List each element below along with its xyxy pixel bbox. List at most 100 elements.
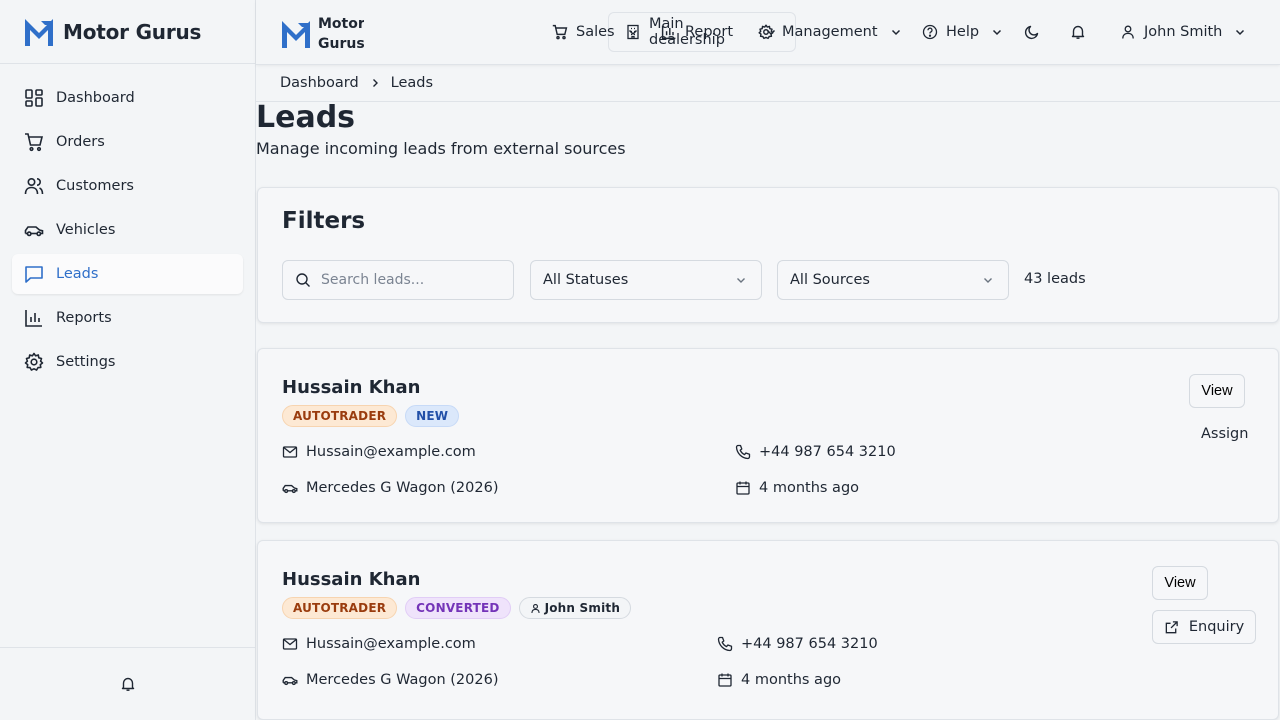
motor-gurus-logo-icon	[280, 17, 312, 51]
source-badge: AUTOTRADER	[282, 405, 398, 427]
sidebar-footer	[0, 647, 255, 720]
status-badge: CONVERTED	[405, 597, 511, 619]
sidebar-item-label: Reports	[56, 310, 112, 326]
lead-badges: AUTOTRADER CONVERTED John Smith	[282, 597, 632, 619]
top-header: Motor Gurus Main dealership Sales Report…	[256, 0, 1280, 65]
motor-gurus-logo-icon	[23, 16, 55, 48]
user-name: John Smith	[1144, 24, 1223, 40]
lead-badges: AUTOTRADER NEW	[282, 405, 460, 427]
lead-vehicle: Mercedes G Wagon (2026)	[282, 672, 499, 688]
cart-icon	[552, 24, 568, 40]
sidebar-item-label: Orders	[56, 134, 105, 150]
moon-icon[interactable]	[1022, 22, 1042, 42]
bar-chart-icon	[24, 308, 44, 328]
lead-phone: +44 987 654 3210	[735, 444, 896, 460]
sidebar-item-label: Vehicles	[56, 222, 116, 238]
lead-time-text: 4 months ago	[759, 480, 860, 496]
chevron-down-icon	[1234, 26, 1246, 38]
bell-icon[interactable]	[1068, 22, 1088, 42]
sidebar-item-vehicles[interactable]: Vehicles	[12, 210, 243, 250]
chevron-down-icon	[735, 274, 747, 286]
sidebar-brand[interactable]: Motor Gurus	[0, 0, 255, 64]
sidebar-nav: Dashboard Orders Customers Vehicles Lead…	[0, 64, 255, 400]
management-menu-label: Management	[782, 24, 878, 40]
sidebar-item-label: Settings	[56, 354, 116, 370]
dashboard-icon	[24, 88, 44, 108]
status-select[interactable]: All Statuses	[530, 260, 762, 300]
phone-icon	[717, 636, 733, 652]
lead-time: 4 months ago	[717, 672, 841, 688]
status-badge: NEW	[405, 405, 460, 427]
enquiry-button-label: Enquiry	[1188, 619, 1245, 635]
sidebar-item-settings[interactable]: Settings	[12, 342, 243, 382]
chevron-right-icon	[369, 77, 381, 89]
lead-name: Hussain Khan	[282, 569, 421, 590]
lead-email: Hussain@example.com	[282, 444, 476, 460]
sidebar-item-leads[interactable]: Leads	[12, 254, 243, 294]
assignee-name: John Smith	[544, 601, 621, 615]
car-icon	[282, 480, 298, 496]
external-link-icon	[1164, 620, 1179, 635]
lead-phone-text: +44 987 654 3210	[759, 444, 896, 460]
lead-time-text: 4 months ago	[741, 672, 842, 688]
filters-title: Filters	[282, 208, 366, 234]
user-menu[interactable]: John Smith	[1120, 0, 1246, 64]
lead-vehicle-text: Mercedes G Wagon (2026)	[306, 672, 499, 688]
sidebar: Motor Gurus Dashboard Orders Customers V…	[0, 0, 256, 720]
assign-button[interactable]: Assign	[1201, 426, 1248, 442]
view-button[interactable]: View	[1152, 566, 1208, 600]
brand-name: Motor Gurus	[63, 19, 202, 44]
enquiry-button[interactable]: Enquiry	[1152, 610, 1256, 644]
lead-email-text: Hussain@example.com	[306, 444, 476, 460]
lead-phone-text: +44 987 654 3210	[741, 636, 878, 652]
sidebar-item-label: Dashboard	[56, 90, 135, 106]
sales-menu[interactable]: Sales	[552, 0, 639, 64]
lead-vehicle: Mercedes G Wagon (2026)	[282, 480, 499, 496]
bell-icon[interactable]	[120, 676, 136, 692]
report-menu[interactable]: Report	[661, 0, 733, 64]
breadcrumb-dashboard-link[interactable]: Dashboard	[280, 75, 359, 91]
bar-chart-icon	[661, 24, 677, 40]
help-menu-label: Help	[946, 24, 980, 40]
mail-icon	[282, 444, 298, 460]
help-menu[interactable]: Help	[922, 0, 1003, 64]
page-title: Leads	[256, 100, 356, 135]
sidebar-item-label: Customers	[56, 178, 134, 194]
sidebar-item-dashboard[interactable]: Dashboard	[12, 78, 243, 118]
sidebar-item-label: Leads	[56, 266, 99, 282]
gear-icon	[24, 352, 44, 372]
header-brand[interactable]: Motor Gurus	[280, 14, 364, 54]
cart-icon	[24, 132, 44, 152]
phone-icon	[735, 444, 751, 460]
car-icon	[282, 672, 298, 688]
lead-email: Hussain@example.com	[282, 636, 476, 652]
header-brand-name: Motor Gurus	[318, 16, 364, 52]
user-icon	[1120, 24, 1136, 40]
help-circle-icon	[922, 24, 938, 40]
view-button[interactable]: View	[1189, 374, 1245, 408]
source-badge: AUTOTRADER	[282, 597, 398, 619]
sales-menu-label: Sales	[576, 24, 615, 40]
lead-phone: +44 987 654 3210	[717, 636, 878, 652]
search-input[interactable]	[321, 272, 501, 288]
chevron-down-icon	[890, 26, 902, 38]
lead-email-text: Hussain@example.com	[306, 636, 476, 652]
chevron-down-icon	[982, 274, 994, 286]
breadcrumb: Dashboard Leads	[256, 65, 1280, 102]
assignee-badge: John Smith	[518, 597, 632, 619]
calendar-icon	[717, 672, 733, 688]
sidebar-item-reports[interactable]: Reports	[12, 298, 243, 338]
search-box	[282, 260, 514, 300]
source-select[interactable]: All Sources	[777, 260, 1009, 300]
sidebar-item-orders[interactable]: Orders	[12, 122, 243, 162]
chevron-down-icon	[991, 26, 1003, 38]
calendar-icon	[735, 480, 751, 496]
lead-name: Hussain Khan	[282, 377, 421, 398]
search-icon	[295, 272, 311, 288]
management-menu[interactable]: Management	[758, 0, 902, 64]
user-icon	[530, 603, 541, 614]
lead-card: Hussain Khan AUTOTRADER CONVERTED John S…	[257, 540, 1279, 720]
page-subtitle: Manage incoming leads from external sour…	[256, 139, 626, 158]
sidebar-item-customers[interactable]: Customers	[12, 166, 243, 206]
report-menu-label: Report	[685, 24, 734, 40]
